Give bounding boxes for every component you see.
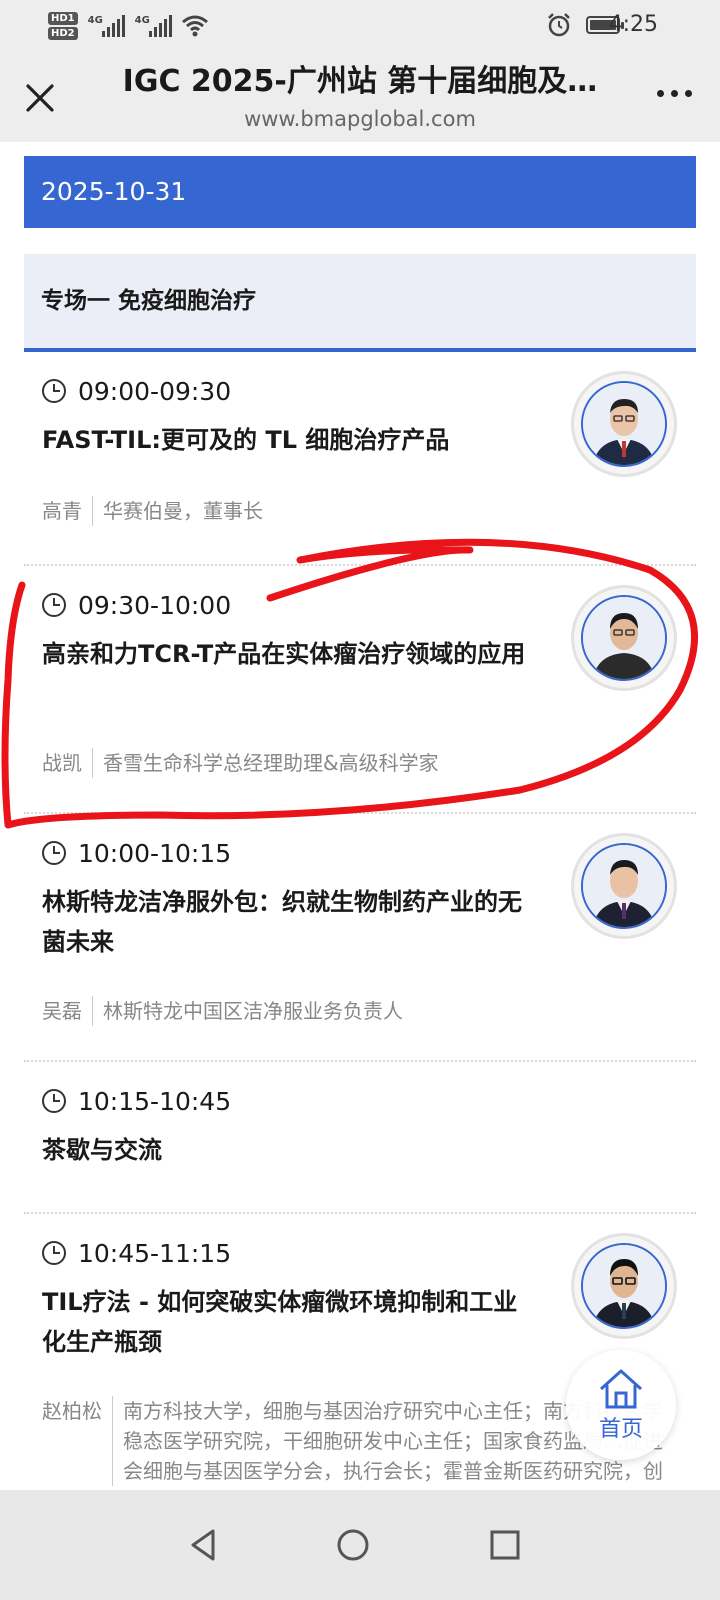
item-title: 茶歇与交流	[42, 1136, 162, 1164]
wifi-icon	[181, 15, 208, 37]
page-title: IGC 2025-广州站 第十届细胞及…	[122, 64, 598, 99]
home-button[interactable]: 首页	[566, 1350, 676, 1460]
back-triangle-icon[interactable]	[185, 1527, 221, 1563]
more-dot-icon[interactable]	[685, 90, 692, 97]
recents-square-icon[interactable]	[487, 1527, 523, 1563]
item-time: 10:00-10:15	[78, 838, 232, 868]
schedule-item[interactable]: 09:00-09:30 FAST-TIL:更可及的 TL 细胞治疗产品 高青 华…	[24, 352, 696, 566]
speaker-avatar[interactable]	[574, 1236, 674, 1336]
speaker-org: 华赛伯曼，董事长	[103, 499, 263, 523]
schedule-item[interactable]: 10:15-10:45 茶歇与交流	[24, 1062, 696, 1214]
speaker-avatar[interactable]	[574, 374, 674, 474]
clock-time: 4:25	[608, 12, 658, 37]
page-url: www.bmapglobal.com	[244, 107, 476, 131]
clock-icon	[42, 1089, 66, 1113]
item-title: TIL疗法 - 如何突破实体瘤微环境抑制和工业化生产瓶颈	[42, 1288, 518, 1356]
back-button[interactable]	[180, 1522, 226, 1568]
date-header: 2025-10-31	[24, 156, 696, 228]
speaker-name: 赵柏松	[42, 1396, 113, 1486]
person-photo-icon	[583, 845, 665, 927]
signal-label: 4G	[134, 15, 150, 26]
clock-icon	[42, 593, 66, 617]
speaker-name: 战凯	[42, 748, 93, 778]
item-speaker: 高青 华赛伯曼，董事长	[42, 496, 263, 526]
more-dot-icon[interactable]	[671, 90, 678, 97]
signal-icon: 4G	[135, 15, 172, 37]
speaker-avatar[interactable]	[574, 836, 674, 936]
home-nav-button[interactable]	[330, 1522, 376, 1568]
speaker-org: 林斯特龙中国区洁净服业务负责人	[103, 999, 403, 1023]
system-nav-bar	[0, 1490, 720, 1600]
clock-icon	[42, 379, 66, 403]
clock-icon	[42, 841, 66, 865]
home-circle-icon[interactable]	[335, 1527, 371, 1563]
session-header: 专场一 免疫细胞治疗	[24, 254, 696, 352]
alarm-icon	[548, 13, 570, 37]
item-time: 10:45-11:15	[78, 1238, 232, 1268]
speaker-org: 香雪生命科学总经理助理&高级科学家	[103, 751, 439, 775]
hd-indicator: HD1 HD2	[48, 12, 78, 40]
item-speaker: 吴磊 林斯特龙中国区洁净服业务负责人	[42, 996, 403, 1026]
speaker-name: 吴磊	[42, 996, 93, 1026]
schedule-item[interactable]: 10:00-10:15 林斯特龙洁净服外包：织就生物制药产业的无菌未来 吴磊 林…	[24, 814, 696, 1062]
hd2-label: HD2	[48, 27, 78, 40]
more-options-button[interactable]	[657, 90, 692, 97]
schedule-content[interactable]: 2025-10-31 专场一 免疫细胞治疗 09:00-09:30 FAST-T…	[0, 142, 720, 1520]
person-photo-icon	[583, 1245, 665, 1327]
schedule-item[interactable]: 09:30-10:00 高亲和力TCR-T产品在实体瘤治疗领域的应用 战凯 香雪…	[24, 566, 696, 814]
speaker-name: 高青	[42, 496, 93, 526]
item-title: 高亲和力TCR-T产品在实体瘤治疗领域的应用	[42, 640, 526, 668]
signal-icon: 4G	[88, 15, 125, 37]
clock-icon	[42, 1241, 66, 1265]
item-time: 09:00-09:30	[78, 376, 232, 406]
recents-button[interactable]	[482, 1522, 528, 1568]
speaker-avatar[interactable]	[574, 588, 674, 688]
status-bar: HD1 HD2 4G 4G 4:25	[0, 0, 720, 50]
item-title: 林斯特龙洁净服外包：织就生物制药产业的无菌未来	[42, 888, 522, 956]
close-button[interactable]	[20, 78, 60, 118]
person-photo-icon	[583, 597, 665, 679]
signal-label: 4G	[87, 15, 103, 26]
item-speaker: 战凯 香雪生命科学总经理助理&高级科学家	[42, 748, 439, 778]
home-label[interactable]: 首页	[599, 1411, 643, 1443]
more-dot-icon[interactable]	[657, 90, 664, 97]
item-time: 09:30-10:00	[78, 590, 232, 620]
close-icon[interactable]	[20, 78, 60, 118]
person-photo-icon	[583, 383, 665, 465]
home-icon[interactable]	[597, 1367, 645, 1409]
title-bar: IGC 2025-广州站 第十届细胞及… www.bmapglobal.com	[0, 50, 720, 142]
hd1-label: HD1	[48, 12, 78, 25]
item-time: 10:15-10:45	[78, 1086, 232, 1116]
item-title: FAST-TIL:更可及的 TL 细胞治疗产品	[42, 426, 450, 454]
